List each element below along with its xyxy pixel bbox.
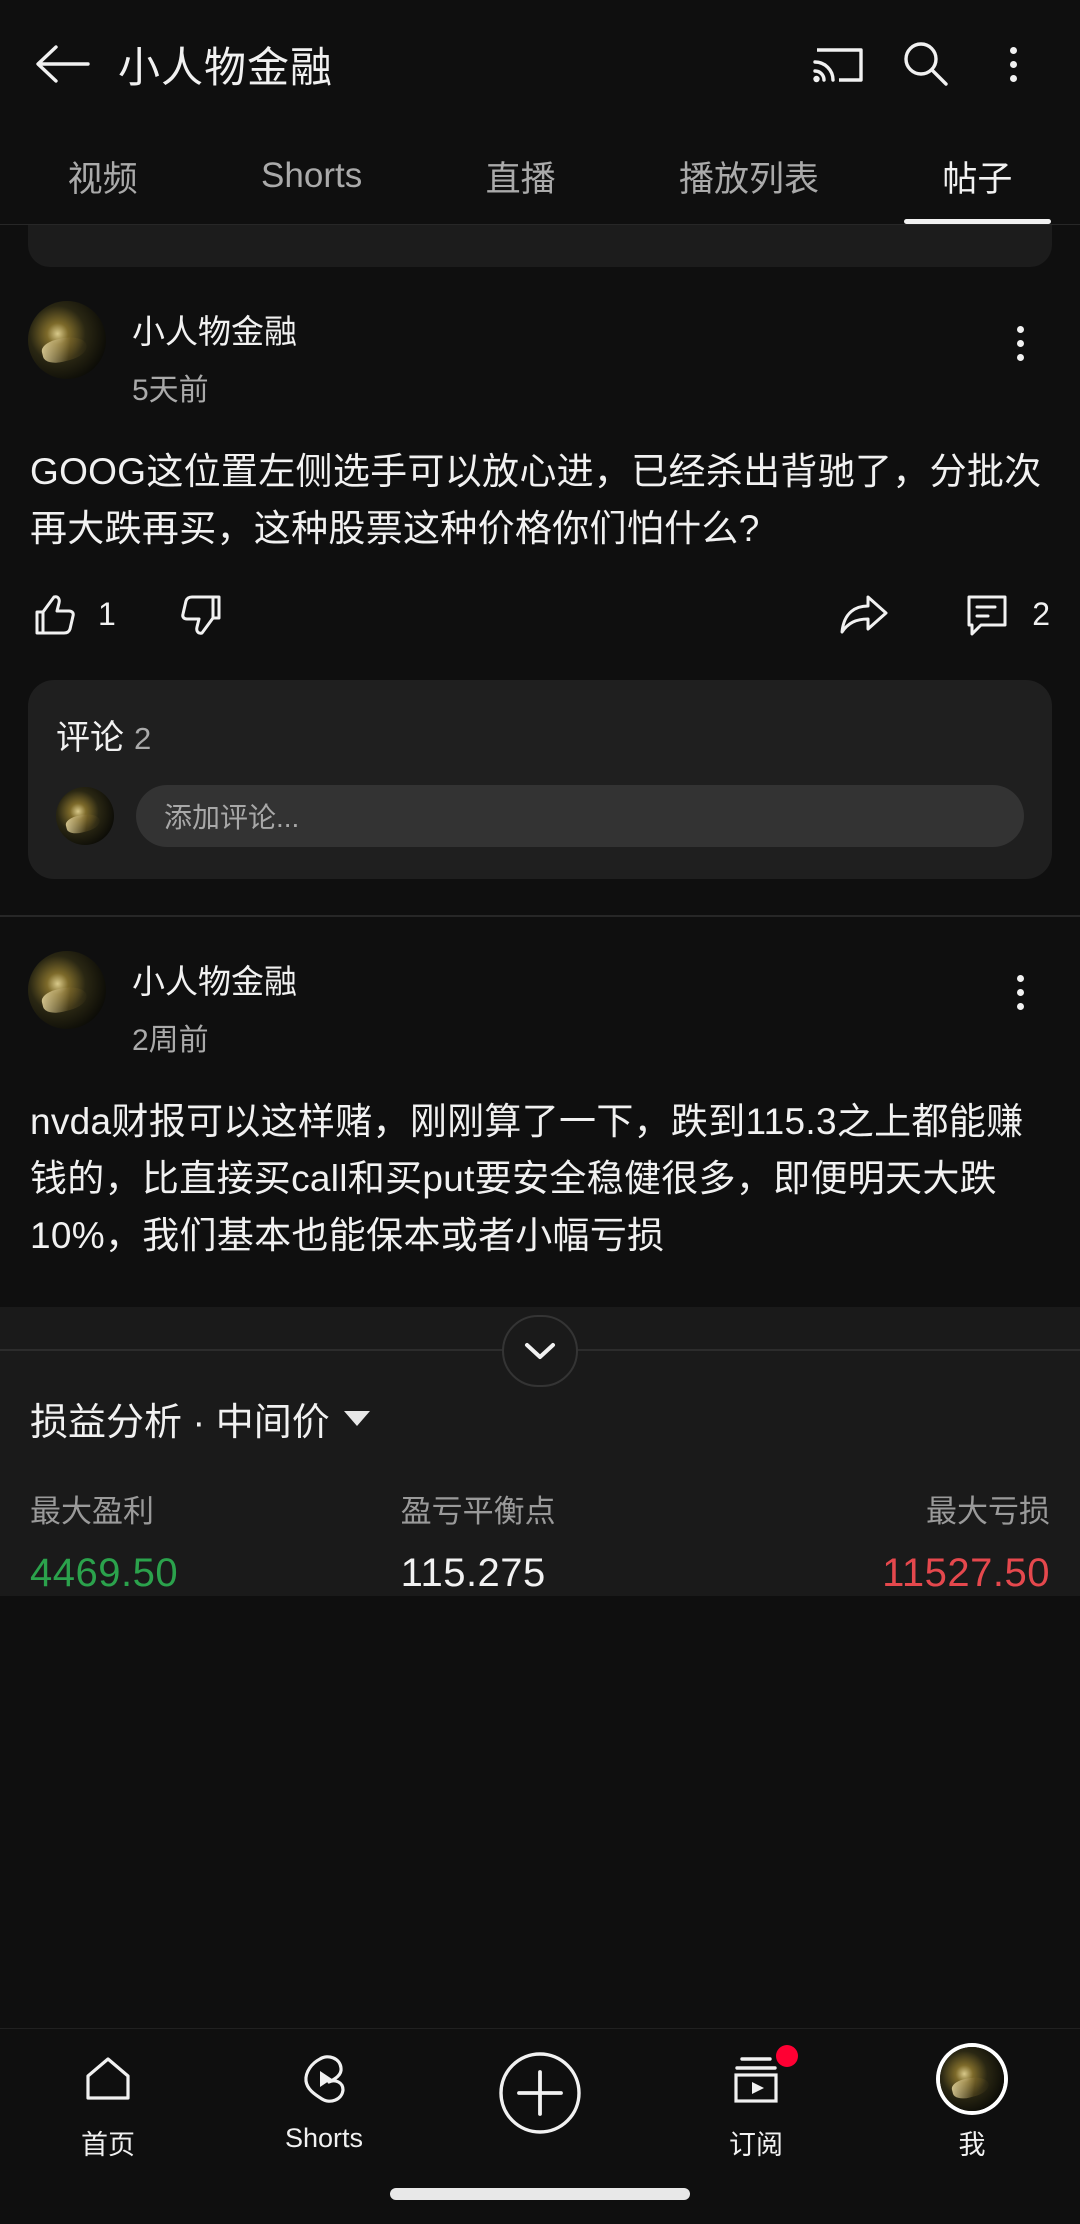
system-home-indicator xyxy=(390,2188,690,2200)
page-title: 小人物金融 xyxy=(118,43,334,91)
app-bar-actions xyxy=(798,25,1052,103)
caret-down-icon[interactable] xyxy=(343,1410,370,1426)
nav-item-subscriptions[interactable]: 订阅 xyxy=(648,2045,864,2162)
nav-item-home[interactable]: 首页 xyxy=(0,2047,216,2162)
post-header: 小人物金融 2周前 xyxy=(0,917,1080,1059)
post-item[interactable]: 小人物金融 5天前 GOOG这位置左侧选手可以放心进，已经杀出背驰了，分批次再大… xyxy=(0,267,1080,915)
nav-label: Shorts xyxy=(284,2123,364,2153)
search-icon xyxy=(904,42,948,86)
like-button[interactable]: 1 xyxy=(30,592,180,638)
pnl-stat-value: 4469.50 xyxy=(30,1550,179,1595)
post-attachment-pnl-card[interactable]: 损益分析 · 中间价 最大盈利 4469.50 盈亏平衡点 115.275 最大… xyxy=(0,1306,1080,1596)
tab-shorts[interactable]: Shorts xyxy=(199,128,424,224)
home-icon-wrap xyxy=(80,2047,136,2111)
chevron-down-icon xyxy=(525,1342,555,1359)
account-icon-wrap xyxy=(940,2047,1004,2111)
pnl-title: 损益分析 · 中间价 xyxy=(30,1401,330,1444)
tab-posts[interactable]: 帖子 xyxy=(881,128,1074,224)
dislike-button[interactable] xyxy=(180,592,330,638)
kebab-menu-icon xyxy=(1016,325,1024,361)
back-button[interactable] xyxy=(28,30,96,98)
pnl-stat-value: 115.275 xyxy=(400,1550,546,1595)
shorts-icon xyxy=(304,2055,345,2103)
nav-label: 首页 xyxy=(81,2130,135,2160)
share-button[interactable] xyxy=(838,592,890,638)
top-app-bar: 小人物金融 xyxy=(0,0,1080,128)
nav-item-shorts[interactable]: Shorts xyxy=(216,2047,432,2154)
pnl-stat-value: 11527.50 xyxy=(882,1550,1051,1595)
nav-label: 订阅 xyxy=(729,2130,783,2160)
engagement-right-group: 2 xyxy=(838,592,1050,638)
post-header: 小人物金融 5天前 xyxy=(0,267,1080,409)
pnl-stat-label: 最大亏损 xyxy=(926,1493,1051,1529)
kebab-menu-icon xyxy=(1016,975,1024,1011)
home-icon xyxy=(86,2057,130,2100)
posts-feed[interactable]: 小人物金融 5天前 GOOG这位置左侧选手可以放心进，已经杀出背驰了，分批次再大… xyxy=(0,225,1080,1596)
tab-live[interactable]: 直播 xyxy=(424,128,617,224)
create-icon-wrap xyxy=(494,2047,586,2139)
post-meta: 小人物金融 2周前 xyxy=(132,951,988,1059)
post-item[interactable]: 小人物金融 2周前 nvda财报可以这样赌，刚刚算了一下，跌到115.3之上都能… xyxy=(0,916,1080,1307)
like-count: 1 xyxy=(98,596,116,633)
pnl-stat-max-loss: 最大亏损 11527.50 xyxy=(725,1486,1050,1596)
nav-label: 我 xyxy=(958,2130,986,2160)
post-author[interactable]: 小人物金融 xyxy=(132,955,988,1003)
share-arrow-icon xyxy=(840,595,888,634)
kebab-menu-icon xyxy=(1009,46,1017,82)
comment-bubble-icon xyxy=(967,595,1007,636)
previous-post-peek[interactable] xyxy=(28,225,1052,267)
cast-button[interactable] xyxy=(798,25,876,103)
add-comment-input[interactable]: 添加评论... xyxy=(136,784,1024,847)
post-timestamp: 2周前 xyxy=(132,1023,209,1057)
post-author[interactable]: 小人物金融 xyxy=(132,305,988,353)
arrow-left-icon xyxy=(36,45,90,83)
comments-heading-count: 2 xyxy=(134,720,152,756)
avatar[interactable] xyxy=(28,301,106,379)
more-options-button[interactable] xyxy=(974,25,1052,103)
thumbs-down-icon xyxy=(181,595,221,635)
bottom-navigation-bar: 首页 Shorts 订阅 我 xyxy=(0,2028,1080,2224)
comment-button[interactable]: 2 xyxy=(964,592,1050,638)
account-avatar-icon xyxy=(940,2047,1004,2111)
avatar xyxy=(56,786,114,845)
subscriptions-badge-dot xyxy=(776,2045,798,2067)
subscriptions-icon-wrap xyxy=(728,2045,798,2111)
comments-heading-label: 评论 xyxy=(56,718,124,757)
avatar[interactable] xyxy=(28,950,106,1029)
post-timestamp: 5天前 xyxy=(132,374,209,407)
comments-heading: 评论 2 xyxy=(56,710,1024,759)
shorts-icon-wrap xyxy=(296,2047,352,2111)
nav-item-account[interactable]: 我 xyxy=(864,2047,1080,2162)
post-text: GOOG这位置左侧选手可以放心进，已经杀出背驰了，分批次再大跌再买，这种股票这种… xyxy=(30,451,1042,550)
create-plus-icon xyxy=(499,2052,581,2134)
post-engagement-bar: 1 2 xyxy=(0,558,1080,638)
post-text: nvda财报可以这样赌，刚刚算了一下，跌到115.3之上都能赚钱的，比直接买ca… xyxy=(30,1100,1024,1257)
tab-videos[interactable]: 视频 xyxy=(6,128,199,224)
cast-icon xyxy=(813,48,863,83)
pnl-stat-breakeven: 盈亏平衡点 115.275 xyxy=(355,1486,726,1596)
search-button[interactable] xyxy=(886,25,964,103)
comment-count: 2 xyxy=(1032,596,1050,633)
add-comment-row[interactable]: 添加评论... xyxy=(56,784,1024,847)
nav-item-create[interactable] xyxy=(432,2047,648,2151)
post-overflow-button[interactable] xyxy=(988,961,1052,1025)
pnl-stat-label: 盈亏平衡点 xyxy=(400,1493,556,1529)
channel-tab-strip: 视频 Shorts 直播 播放列表 帖子 xyxy=(0,128,1080,224)
comments-card[interactable]: 评论 2 添加评论... xyxy=(28,679,1052,879)
pnl-stats-row: 最大盈利 4469.50 盈亏平衡点 115.275 最大亏损 11527.50 xyxy=(0,1446,1080,1596)
tab-playlists[interactable]: 播放列表 xyxy=(617,128,880,224)
pnl-stat-label: 最大盈利 xyxy=(30,1493,154,1529)
expand-attachment-button[interactable] xyxy=(502,1314,578,1387)
post-meta: 小人物金融 5天前 xyxy=(132,301,988,409)
post-overflow-button[interactable] xyxy=(988,311,1052,375)
thumbs-up-icon xyxy=(35,595,75,635)
pnl-stat-max-profit: 最大盈利 4469.50 xyxy=(30,1486,355,1596)
